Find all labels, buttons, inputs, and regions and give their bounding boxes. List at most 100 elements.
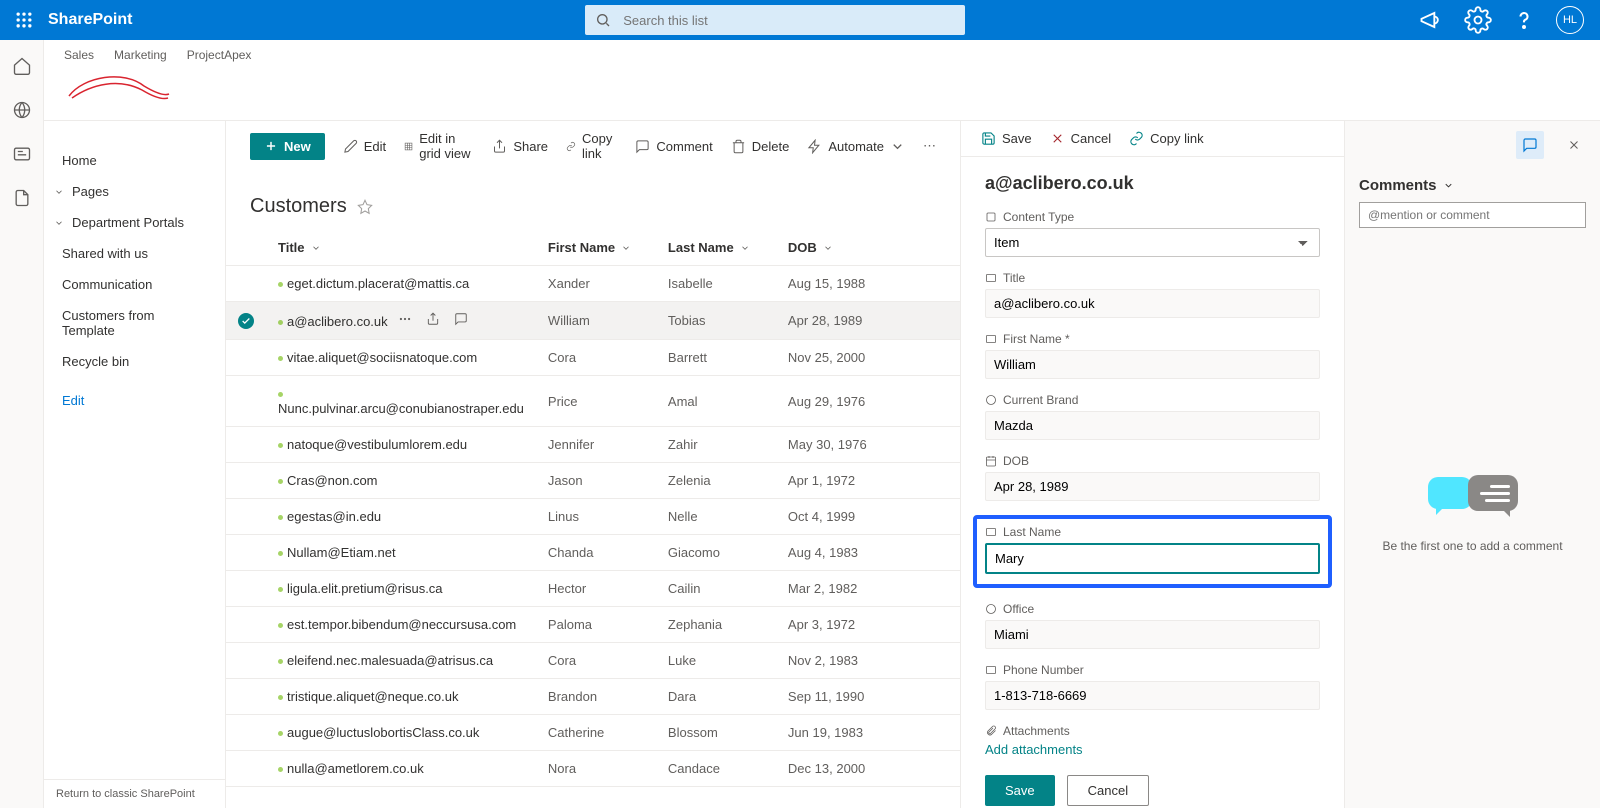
row-lastname: Zahir — [656, 427, 776, 463]
row-dob: May 30, 1976 — [776, 427, 960, 463]
nav-communication[interactable]: Communication — [44, 269, 225, 300]
row-dob: Jun 19, 1983 — [776, 715, 960, 751]
office-input[interactable] — [985, 620, 1320, 649]
table-row[interactable]: natoque@vestibulumlorem.eduJenniferZahir… — [226, 427, 960, 463]
copylink-button[interactable]: Copy link — [566, 131, 617, 161]
brand-input[interactable] — [985, 411, 1320, 440]
edit-button[interactable]: Edit — [343, 139, 386, 154]
col-firstname[interactable]: First Name — [548, 240, 615, 255]
app-rail — [0, 40, 44, 808]
save-icon — [981, 131, 996, 146]
comments-toggle[interactable] — [1516, 131, 1544, 159]
add-attachments-link[interactable]: Add attachments — [985, 742, 1320, 757]
more-icon[interactable] — [398, 312, 412, 326]
search-box[interactable] — [585, 5, 965, 35]
help-icon[interactable] — [1510, 6, 1538, 34]
x-icon — [1050, 131, 1065, 146]
nav-customers-template[interactable]: Customers from Template — [44, 300, 225, 346]
flow-icon — [807, 139, 822, 154]
close-panel[interactable] — [1560, 131, 1588, 159]
col-title[interactable]: Title — [278, 240, 305, 255]
table-row[interactable]: ligula.elit.pretium@risus.caHectorCailin… — [226, 571, 960, 607]
row-firstname: Jennifer — [536, 427, 656, 463]
table-row[interactable]: a@aclibero.co.ukWilliamTobiasApr 28, 198… — [226, 302, 960, 340]
calendar-icon — [985, 455, 997, 467]
home-icon[interactable] — [12, 56, 32, 76]
nav-recycle[interactable]: Recycle bin — [44, 346, 225, 377]
delete-button[interactable]: Delete — [731, 139, 790, 154]
table-row[interactable]: nulla@ametlorem.co.ukNoraCandaceDec 13, … — [226, 751, 960, 787]
chevron-down-icon — [311, 243, 321, 253]
row-check-icon[interactable] — [238, 313, 254, 329]
panel-save[interactable]: Save — [981, 131, 1032, 146]
attachment-icon — [985, 725, 997, 737]
nav-edit[interactable]: Edit — [44, 385, 225, 416]
nav-dept-portals[interactable]: Department Portals — [44, 207, 225, 238]
table-row[interactable]: est.tempor.bibendum@neccursusa.comPaloma… — [226, 607, 960, 643]
search-input[interactable] — [621, 12, 965, 29]
table-row[interactable]: augue@luctuslobortisClass.co.ukCatherine… — [226, 715, 960, 751]
left-nav: Home Pages Department Portals Shared wit… — [44, 121, 226, 808]
megaphone-icon[interactable] — [1418, 6, 1446, 34]
col-dob[interactable]: DOB — [788, 240, 817, 255]
text-icon — [985, 272, 997, 284]
share-button[interactable]: Share — [492, 139, 548, 154]
return-classic-link[interactable]: Return to classic SharePoint — [44, 779, 225, 808]
globe-icon[interactable] — [12, 100, 32, 120]
comment-icon[interactable] — [454, 312, 468, 326]
table-row[interactable]: eget.dictum.placerat@mattis.caXanderIsab… — [226, 266, 960, 302]
row-title: vitae.aliquet@sociisnatoque.com — [287, 350, 477, 365]
save-button[interactable]: Save — [985, 775, 1055, 806]
command-bar: New Edit Edit in grid view Share Copy li… — [226, 121, 960, 171]
share-icon[interactable] — [426, 312, 440, 326]
link-icon — [566, 139, 576, 154]
comment-button[interactable]: Comment — [635, 139, 712, 154]
nav-home[interactable]: Home — [44, 145, 225, 176]
panel-copylink[interactable]: Copy link — [1129, 131, 1203, 146]
site-logo[interactable] — [64, 68, 1580, 108]
app-name[interactable]: SharePoint — [48, 11, 132, 29]
settings-icon[interactable] — [1464, 6, 1492, 34]
cancel-button[interactable]: Cancel — [1067, 775, 1149, 806]
phone-input[interactable] — [985, 681, 1320, 710]
content-type-select[interactable]: Item — [985, 228, 1320, 257]
row-lastname: Tobias — [656, 302, 776, 340]
col-lastname[interactable]: Last Name — [668, 240, 734, 255]
table-row[interactable]: eleifend.nec.malesuada@atrisus.caCoraLuk… — [226, 643, 960, 679]
dob-input[interactable] — [985, 472, 1320, 501]
highlighted-field: Last Name — [973, 515, 1332, 588]
new-button[interactable]: New — [250, 133, 325, 160]
user-avatar[interactable]: HL — [1556, 6, 1584, 34]
site-nav-sales[interactable]: Sales — [64, 48, 94, 62]
site-nav-marketing[interactable]: Marketing — [114, 48, 167, 62]
row-dob: Aug 29, 1976 — [776, 376, 960, 427]
chevron-down-icon — [621, 243, 631, 253]
table-row[interactable]: vitae.aliquet@sociisnatoque.comCoraBarre… — [226, 340, 960, 376]
choice-icon — [985, 394, 997, 406]
app-launcher[interactable] — [8, 4, 40, 36]
row-dob: Mar 2, 1982 — [776, 571, 960, 607]
row-title: Nunc.pulvinar.arcu@conubianostraper.edu — [278, 401, 524, 416]
table-row[interactable]: Nullam@Etiam.netChandaGiacomoAug 4, 1983 — [226, 535, 960, 571]
site-nav-projectapex[interactable]: ProjectApex — [187, 48, 252, 62]
comments-panel: Comments Be the first one to add a comme… — [1344, 121, 1600, 808]
table-row[interactable]: egestas@in.eduLinusNelleOct 4, 1999 — [226, 499, 960, 535]
search-icon — [595, 12, 611, 28]
panel-cancel[interactable]: Cancel — [1050, 131, 1111, 146]
table-row[interactable]: tristique.aliquet@neque.co.ukBrandonDara… — [226, 679, 960, 715]
nav-pages[interactable]: Pages — [44, 176, 225, 207]
edit-grid-button[interactable]: Edit in grid view — [404, 131, 474, 161]
news-icon[interactable] — [12, 144, 32, 164]
chevron-down-icon — [740, 243, 750, 253]
lastname-input[interactable] — [985, 543, 1320, 574]
table-row[interactable]: Cras@non.comJasonZeleniaApr 1, 1972 — [226, 463, 960, 499]
files-icon[interactable] — [12, 188, 32, 208]
favorite-star-icon[interactable] — [357, 199, 373, 215]
title-input[interactable] — [985, 289, 1320, 318]
more-button[interactable]: ⋯ — [923, 138, 936, 154]
table-row[interactable]: Nunc.pulvinar.arcu@conubianostraper.eduP… — [226, 376, 960, 427]
automate-button[interactable]: Automate — [807, 139, 905, 154]
firstname-input[interactable] — [985, 350, 1320, 379]
nav-shared[interactable]: Shared with us — [44, 238, 225, 269]
comment-input[interactable] — [1359, 202, 1586, 228]
